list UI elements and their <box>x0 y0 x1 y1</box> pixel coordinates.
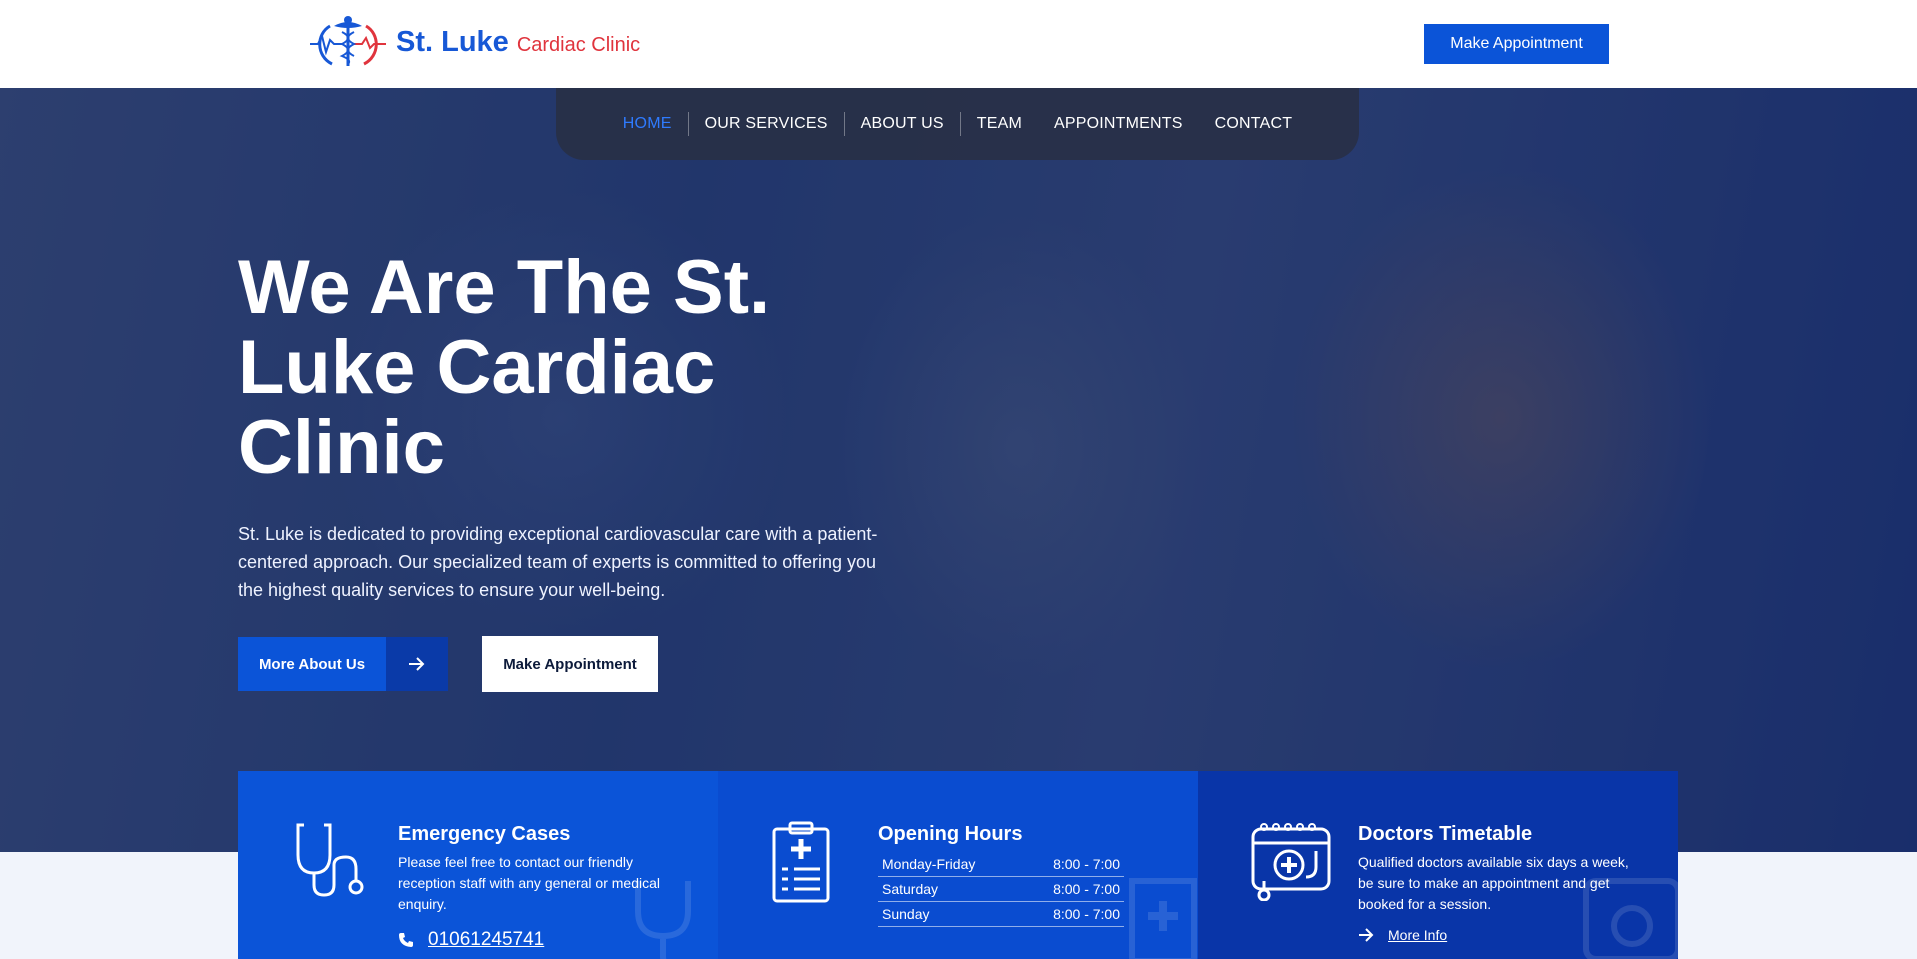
emergency-title: Emergency Cases <box>398 823 571 845</box>
nav-contact[interactable]: CONTACT <box>1199 115 1309 133</box>
header-make-appointment-button[interactable]: Make Appointment <box>1424 24 1609 64</box>
hours-time: 8:00 - 7:00 <box>1053 856 1120 872</box>
emergency-text: Please feel free to contact our friendly… <box>398 854 660 912</box>
doctors-timetable-text: Qualified doctors available six days a w… <box>1358 854 1629 912</box>
hero-make-appointment-button[interactable]: Make Appointment <box>482 636 658 692</box>
nav-home[interactable]: HOME <box>607 115 688 133</box>
hero-title: We Are The St. Luke Cardiac Clinic <box>238 245 771 490</box>
arrow-right-icon <box>386 637 448 691</box>
arrow-right-icon <box>1359 928 1374 942</box>
clipboard-icon <box>772 821 830 903</box>
brand-logo[interactable]: St. Luke Cardiac Clinic <box>308 14 640 70</box>
brand-subtitle: Cardiac Clinic <box>516 33 641 56</box>
nav-our-services[interactable]: OUR SERVICES <box>689 115 844 133</box>
hero-section: HOME OUR SERVICES ABOUT US TEAM APPOINTM… <box>0 88 1917 852</box>
hours-time: 8:00 - 7:00 <box>1053 881 1120 897</box>
emergency-phone-link[interactable]: 01061245741 <box>428 929 544 951</box>
calendar-medical-icon <box>1251 823 1331 901</box>
stethoscope-icon <box>296 823 364 897</box>
emergency-cases-card: Emergency Cases Please feel free to cont… <box>238 771 718 959</box>
more-about-us-button[interactable]: More About Us <box>238 637 448 691</box>
hero-description: St. Luke is dedicated to providing excep… <box>238 524 878 600</box>
site-header: St. Luke Cardiac Clinic Make Appointment <box>0 0 1917 88</box>
hours-time: 8:00 - 7:00 <box>1053 906 1120 922</box>
hours-day: Saturday <box>882 881 939 897</box>
opening-hours-content: Opening Hours Monday-Friday 8:00 - 7:00 … <box>878 823 1168 927</box>
doctors-timetable-title: Doctors Timetable <box>1358 823 1533 845</box>
nav-team[interactable]: TEAM <box>961 115 1038 133</box>
hours-day: Monday-Friday <box>882 856 976 872</box>
hours-day: Sunday <box>882 906 930 922</box>
brand-name: St. Luke <box>396 25 509 58</box>
info-cards: Emergency Cases Please feel free to cont… <box>238 771 1678 959</box>
more-info-link-wrap: More Info <box>1358 927 1648 943</box>
opening-hours-list: Monday-Friday 8:00 - 7:00 Saturday 8:00 … <box>878 852 1124 927</box>
hours-row: Saturday 8:00 - 7:00 <box>878 877 1124 902</box>
nav-appointments[interactable]: APPOINTMENTS <box>1038 115 1199 133</box>
phone-icon <box>399 933 413 947</box>
opening-hours-title: Opening Hours <box>878 823 1023 845</box>
doctors-timetable-card: Doctors Timetable Qualified doctors avai… <box>1198 771 1678 959</box>
emergency-phone: 01061245741 <box>398 929 688 951</box>
doctors-timetable-content: Doctors Timetable Qualified doctors avai… <box>1358 823 1648 943</box>
caduceus-logo-icon <box>310 16 386 66</box>
emergency-content: Emergency Cases Please feel free to cont… <box>398 823 688 951</box>
more-info-link[interactable]: More Info <box>1388 927 1447 943</box>
more-about-us-label: More About Us <box>238 637 386 691</box>
opening-hours-card: Opening Hours Monday-Friday 8:00 - 7:00 … <box>718 771 1198 959</box>
main-navigation: HOME OUR SERVICES ABOUT US TEAM APPOINTM… <box>556 88 1359 160</box>
hours-row: Sunday 8:00 - 7:00 <box>878 902 1124 927</box>
hours-row: Monday-Friday 8:00 - 7:00 <box>878 852 1124 877</box>
nav-about-us[interactable]: ABOUT US <box>845 115 960 133</box>
